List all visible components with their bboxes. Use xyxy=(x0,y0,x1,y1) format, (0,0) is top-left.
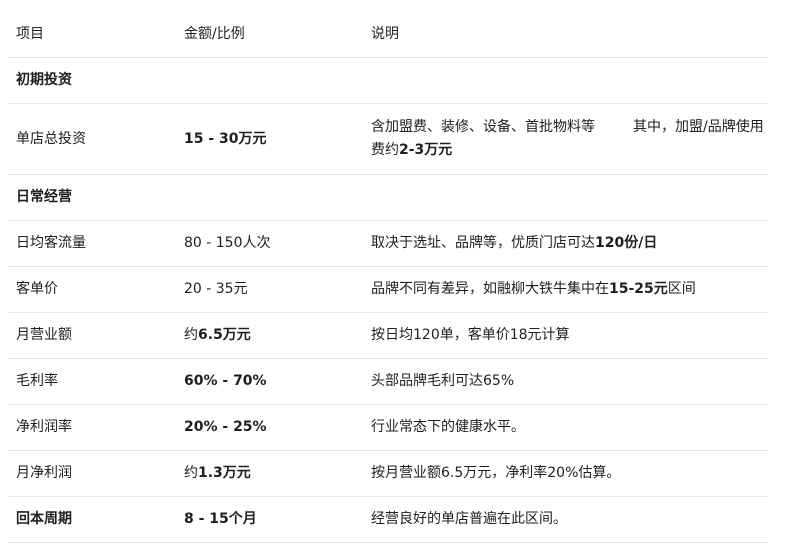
row-value: 60% - 70% xyxy=(184,373,267,389)
row-description: 含加盟费、装修、设备、首批物料等 其中，加盟/品牌使用费约2-3万元 xyxy=(371,119,764,158)
section-daily-operation: 日常经营 xyxy=(8,175,768,221)
table-row: 单店总投资 15 - 30万元 含加盟费、装修、设备、首批物料等 其中，加盟/品牌… xyxy=(8,104,768,175)
row-label: 单店总投资 xyxy=(16,130,86,147)
row-label: 回本周期 xyxy=(16,511,72,527)
row-description: 按日均120单，客单价18元计算 xyxy=(371,327,570,343)
row-label: 客单价 xyxy=(16,281,58,297)
row-value: 20% - 25% xyxy=(184,419,267,435)
investment-table: 项目 金额/比例 说明 初期投资 单店总投资 15 - 30万元 含加盟费、装修… xyxy=(8,12,768,543)
row-value: 约1.3万元 xyxy=(184,465,251,481)
table-row: 毛利率 60% - 70% 头部品牌毛利可达65% xyxy=(8,359,768,405)
row-value: 8 - 15个月 xyxy=(184,511,257,527)
section-title: 日常经营 xyxy=(16,189,72,205)
row-description: 品牌不同有差异，如融柳大铁牛集中在15-25元区间 xyxy=(371,281,696,297)
header-description: 说明 xyxy=(371,26,399,42)
header-item: 项目 xyxy=(16,26,44,42)
row-description: 按月营业额6.5万元，净利率20%估算。 xyxy=(371,465,621,481)
table-header: 项目 金额/比例 说明 xyxy=(8,12,768,58)
row-label: 月营业额 xyxy=(16,327,72,343)
row-value: 80 - 150人次 xyxy=(184,235,271,251)
table-row: 日均客流量 80 - 150人次 取决于选址、品牌等，优质门店可达120份/日 xyxy=(8,221,768,267)
row-label: 日均客流量 xyxy=(16,235,86,251)
row-label: 毛利率 xyxy=(16,373,58,389)
row-value: 15 - 30万元 xyxy=(184,130,267,147)
table-row: 客单价 20 - 35元 品牌不同有差异，如融柳大铁牛集中在15-25元区间 xyxy=(8,267,768,313)
row-description: 头部品牌毛利可达65% xyxy=(371,373,515,389)
row-label: 月净利润 xyxy=(16,465,72,481)
row-description: 经营良好的单店普遍在此区间。 xyxy=(371,511,567,527)
header-amount: 金额/比例 xyxy=(184,26,245,42)
table-row: 月营业额 约6.5万元 按日均120单，客单价18元计算 xyxy=(8,313,768,359)
table-row: 回本周期 8 - 15个月 经营良好的单店普遍在此区间。 xyxy=(8,497,768,543)
row-description: 取决于选址、品牌等，优质门店可达120份/日 xyxy=(371,235,658,251)
row-description: 行业常态下的健康水平。 xyxy=(371,419,525,435)
section-title: 初期投资 xyxy=(16,72,72,88)
table-row: 月净利润 约1.3万元 按月营业额6.5万元，净利率20%估算。 xyxy=(8,451,768,497)
table-row: 净利润率 20% - 25% 行业常态下的健康水平。 xyxy=(8,405,768,451)
row-value: 约6.5万元 xyxy=(184,327,251,343)
section-initial-investment: 初期投资 xyxy=(8,58,768,104)
row-label: 净利润率 xyxy=(16,419,72,435)
row-value: 20 - 35元 xyxy=(184,281,248,297)
